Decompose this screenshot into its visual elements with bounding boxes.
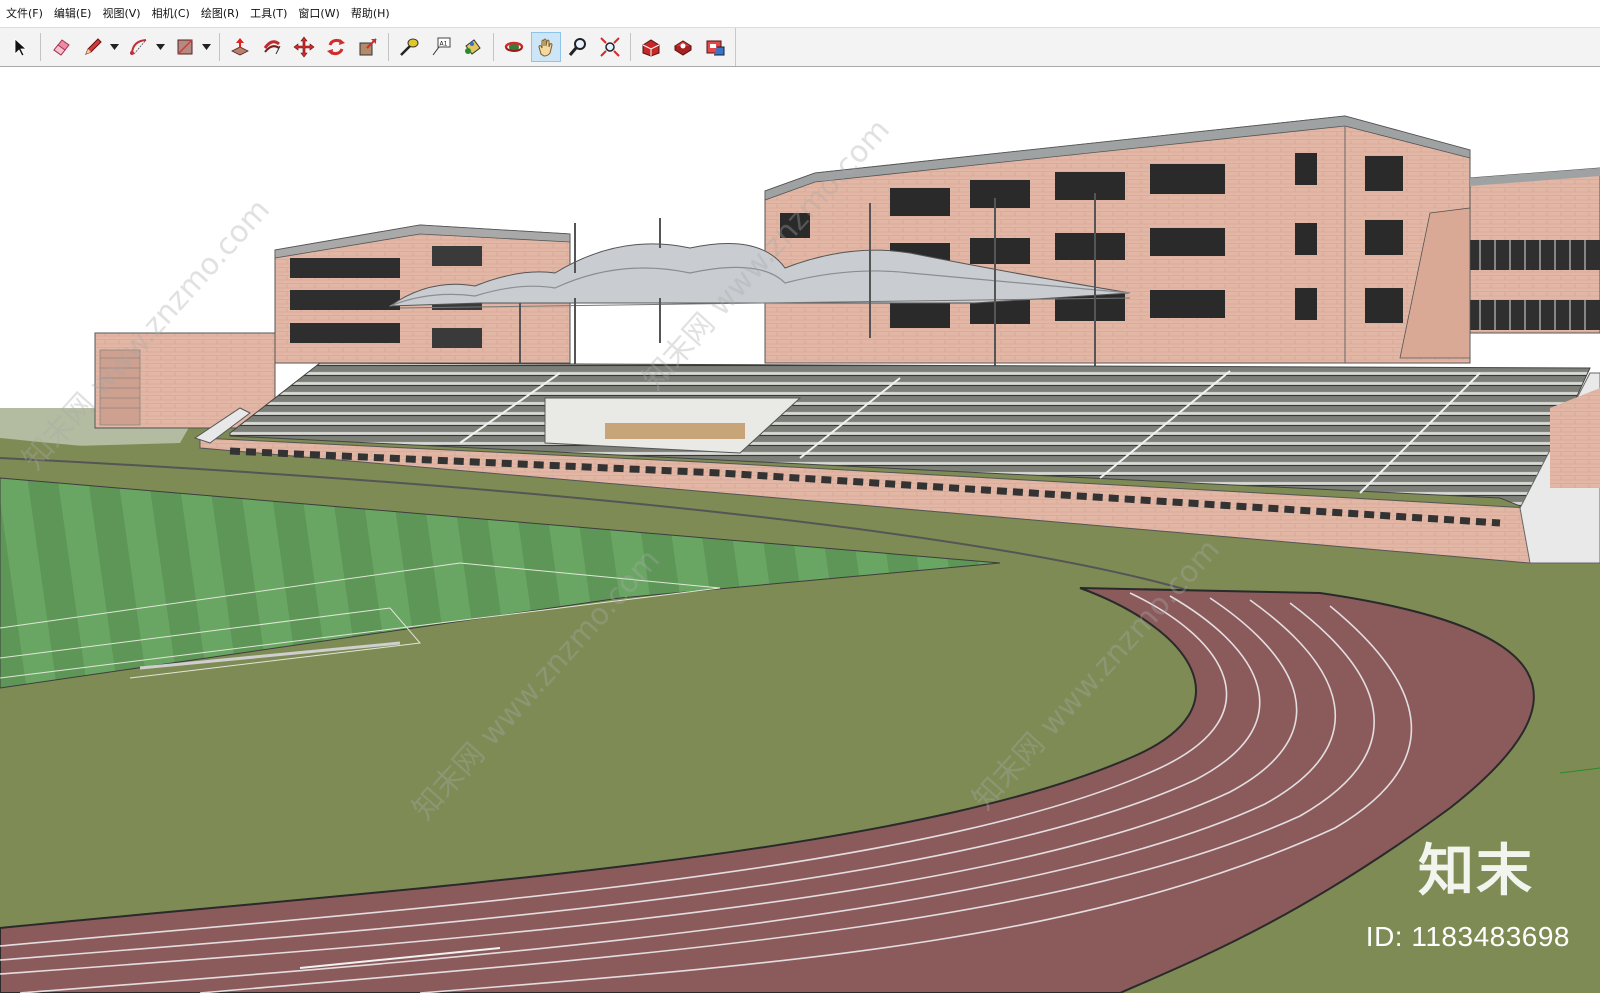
main-toolbar: A1	[0, 27, 1600, 67]
extension-warehouse-button[interactable]	[700, 32, 730, 62]
rectangle-tool-dropdown[interactable]	[201, 32, 211, 62]
select-arrow-icon	[14, 38, 28, 57]
rectangle-tool-button[interactable]	[170, 32, 200, 62]
select-tool-button[interactable]	[5, 32, 35, 62]
follow-me-tool-button[interactable]	[257, 32, 287, 62]
toolbar-separator	[219, 33, 220, 61]
move-icon	[293, 36, 315, 58]
toolbar-separator	[388, 33, 389, 61]
toolbar-group: A1	[4, 28, 736, 66]
tape-measure-icon	[400, 38, 419, 56]
menu-help[interactable]: 帮助(H)	[347, 0, 397, 27]
toolbar-separator	[493, 33, 494, 61]
push-pull-tool-button[interactable]	[225, 32, 255, 62]
paint-bucket-tool-button[interactable]	[458, 32, 488, 62]
stadium-scene-render	[0, 115, 1600, 993]
tape-measure-tool-button[interactable]	[394, 32, 424, 62]
text-label-icon: A1	[432, 37, 451, 56]
arc-icon	[130, 39, 147, 55]
menu-bar: 文件(F) 编辑(E) 视图(V) 相机(C) 绘图(R) 工具(T) 窗口(W…	[0, 0, 1600, 27]
zoom-icon	[568, 38, 586, 56]
arc-tool-button[interactable]	[124, 32, 154, 62]
extension-warehouse-icon	[706, 40, 725, 56]
share-model-button[interactable]	[668, 32, 698, 62]
svg-text:A1: A1	[440, 41, 448, 48]
line-tool-button[interactable]	[78, 32, 108, 62]
menu-edit[interactable]: 编辑(E)	[50, 0, 99, 27]
menu-file[interactable]: 文件(F)	[2, 0, 50, 27]
follow-me-icon	[263, 40, 281, 55]
eraser-icon	[53, 39, 70, 56]
scale-icon	[359, 38, 377, 56]
paint-bucket-icon	[465, 39, 481, 55]
orbit-icon	[504, 41, 524, 52]
chevron-down-icon	[201, 44, 211, 50]
toolbar-separator	[630, 33, 631, 61]
menu-draw[interactable]: 绘图(R)	[197, 0, 246, 27]
text-tool-button[interactable]: A1	[426, 32, 456, 62]
push-pull-icon	[231, 38, 249, 56]
warehouse-get-models-icon	[642, 39, 660, 57]
pencil-icon	[85, 38, 102, 55]
move-tool-button[interactable]	[289, 32, 319, 62]
get-models-button[interactable]	[636, 32, 666, 62]
chevron-down-icon	[155, 44, 165, 50]
zoom-tool-button[interactable]	[563, 32, 593, 62]
pan-hand-icon	[538, 38, 553, 57]
chevron-down-icon	[109, 44, 119, 50]
rotate-tool-button[interactable]	[321, 32, 351, 62]
arc-tool-dropdown[interactable]	[155, 32, 165, 62]
brand-logo: 知末	[1418, 839, 1534, 904]
model-id-label: ID: 1183483698	[1365, 921, 1570, 952]
menu-view[interactable]: 视图(V)	[98, 0, 147, 27]
orbit-tool-button[interactable]	[499, 32, 529, 62]
rectangle-icon	[177, 39, 193, 55]
toolbar-separator	[40, 33, 41, 61]
zoom-extents-icon	[600, 37, 620, 57]
eraser-tool-button[interactable]	[46, 32, 76, 62]
menu-tools[interactable]: 工具(T)	[246, 0, 294, 27]
zoom-extents-tool-button[interactable]	[595, 32, 625, 62]
pan-tool-button[interactable]	[531, 32, 561, 62]
menu-camera[interactable]: 相机(C)	[148, 0, 197, 27]
scale-tool-button[interactable]	[353, 32, 383, 62]
share-model-icon	[674, 40, 692, 56]
model-viewport[interactable]: 知末网 www.znzmo.com 知末网 www.znzmo.com 知末网 …	[0, 68, 1600, 993]
rotate-icon	[327, 38, 345, 56]
line-tool-dropdown[interactable]	[109, 32, 119, 62]
menu-window[interactable]: 窗口(W)	[294, 0, 346, 27]
